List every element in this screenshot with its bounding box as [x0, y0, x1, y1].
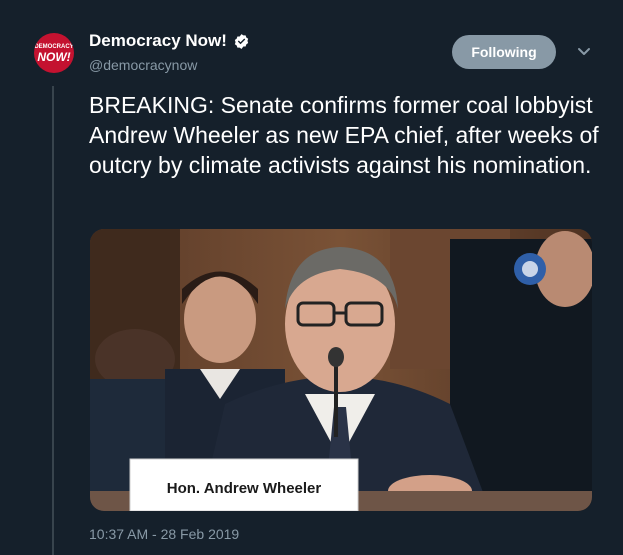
tweet-photo[interactable]: Hon. Andrew Wheeler	[90, 229, 592, 511]
verified-badge-icon	[234, 33, 249, 49]
tweet-text: BREAKING: Senate confirms former coal lo…	[89, 92, 599, 178]
user-handle[interactable]: @democracynow	[89, 57, 197, 73]
chevron-down-icon[interactable]	[575, 44, 593, 58]
following-button[interactable]: Following	[452, 35, 556, 69]
hearing-photo: Hon. Andrew Wheeler	[90, 229, 592, 511]
avatar-text-bottom: NOW!	[37, 49, 71, 64]
display-name-label: Democracy Now!	[89, 31, 227, 50]
display-name[interactable]: Democracy Now!	[89, 31, 250, 51]
avatar[interactable]: DEMOCRACY NOW!	[34, 33, 74, 73]
thread-line	[52, 86, 54, 555]
tweet-timestamp[interactable]: 10:37 AM - 28 Feb 2019	[89, 526, 239, 542]
nameplate-text: Hon. Andrew Wheeler	[167, 480, 322, 497]
